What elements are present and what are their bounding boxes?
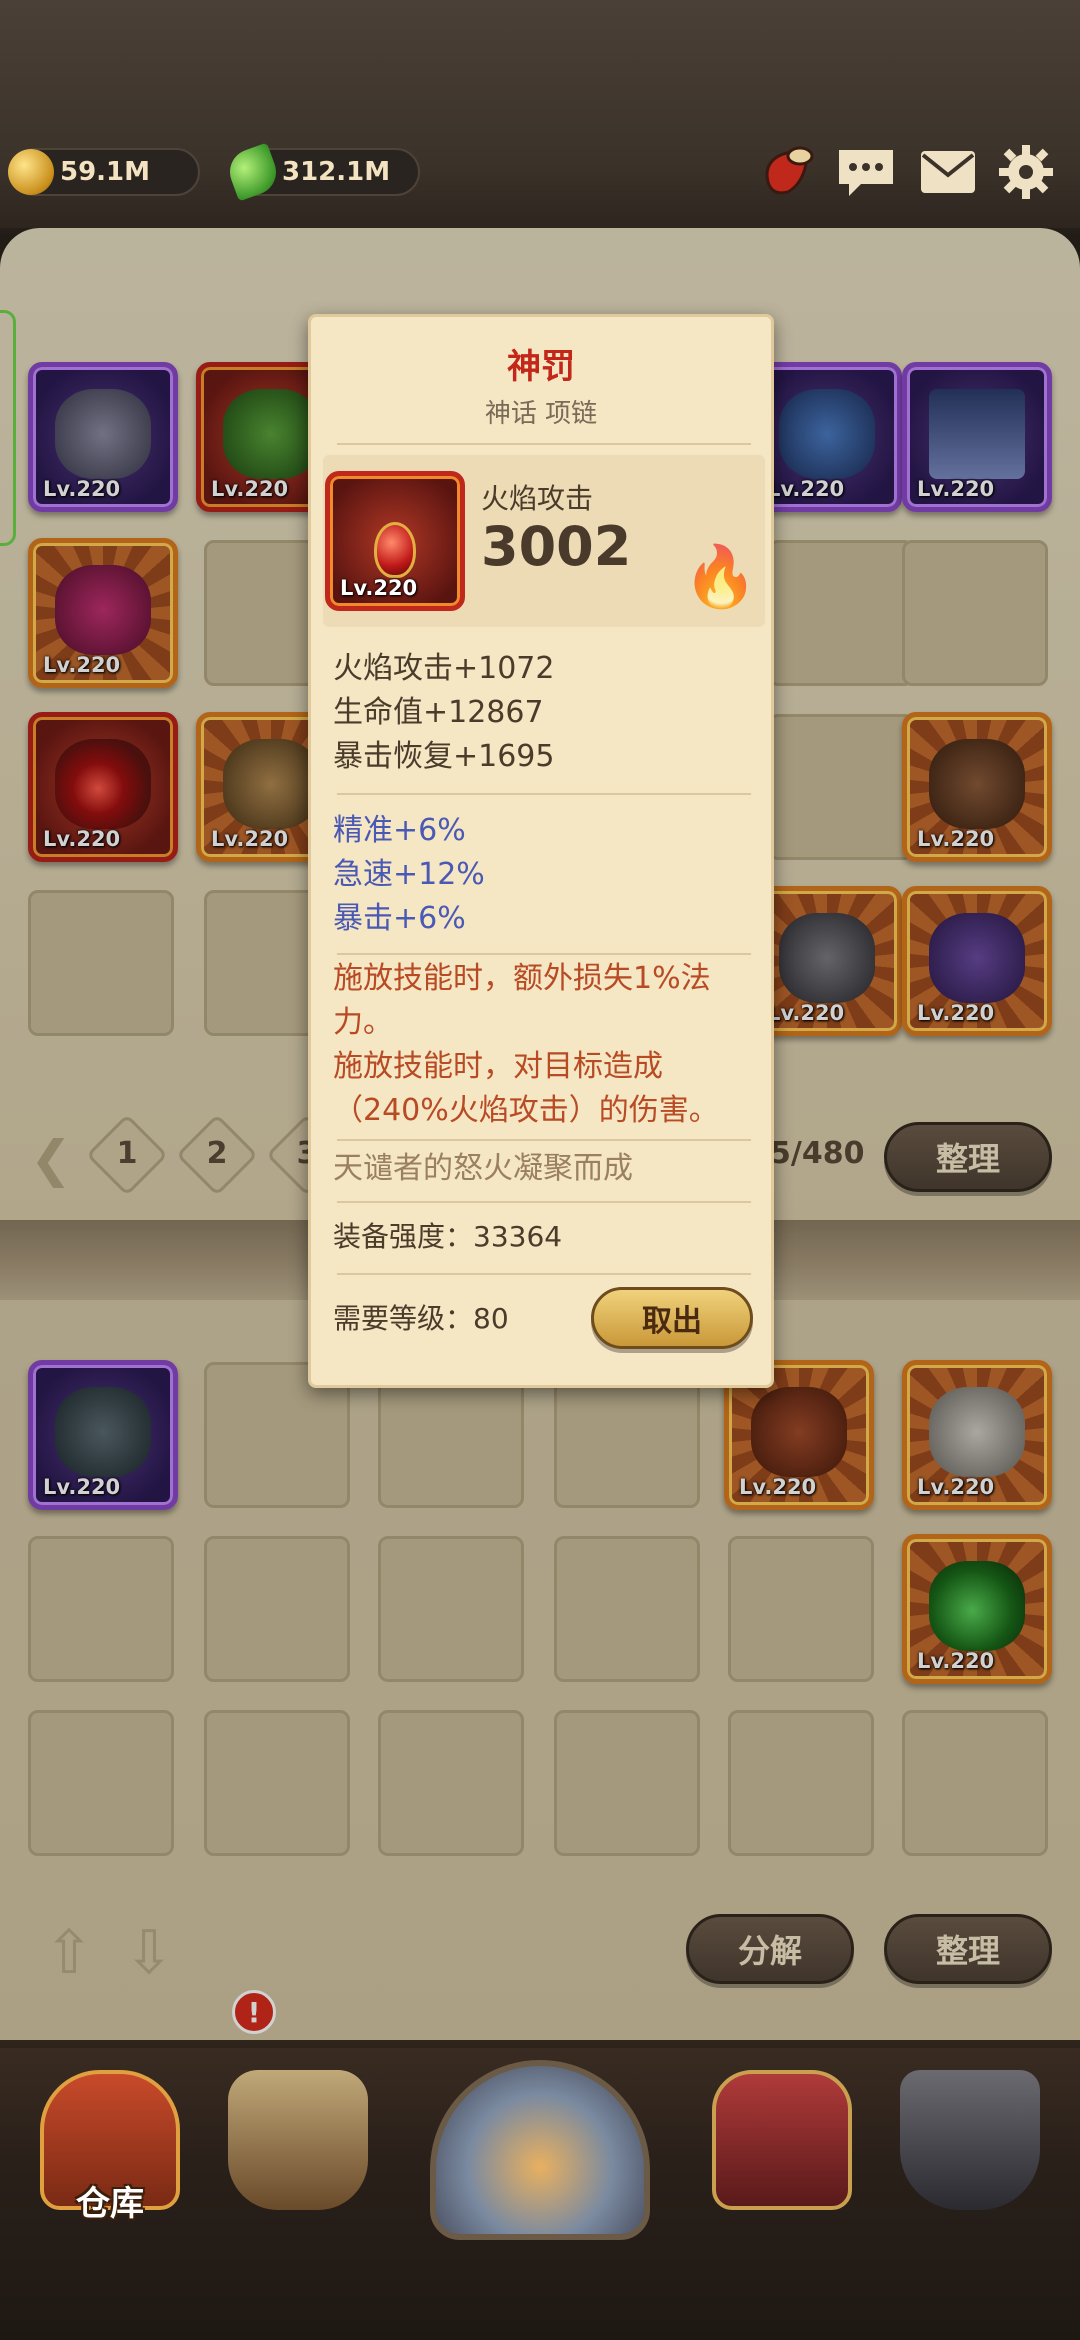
nav-chest[interactable]	[692, 2050, 872, 2250]
take-out-button[interactable]: 取出	[591, 1287, 753, 1349]
fire-icon: 🔥	[683, 542, 758, 612]
nav-tavern[interactable]	[208, 2050, 388, 2250]
chat-icon[interactable]	[834, 140, 898, 204]
item-tooltip: 神罚 神话 项链 Lv.220 火焰攻击 3002 🔥 火焰攻击+1072 生命…	[308, 314, 774, 1388]
base-stat: 火焰攻击+1072	[333, 651, 555, 686]
separator	[337, 793, 751, 795]
adventure-portal-icon	[430, 2060, 650, 2240]
gem-counter[interactable]: 312.1M	[223, 142, 420, 202]
bonus-stat: 精准+6%	[333, 813, 466, 848]
separator	[337, 443, 751, 445]
gear-icon[interactable]	[994, 140, 1058, 204]
power-text: 装备强度：33364	[333, 1220, 563, 1253]
coin-amount: 59.1M	[60, 157, 151, 187]
separator	[337, 953, 751, 955]
necklace-gem-icon	[374, 522, 416, 578]
effect-text: 施放技能时，对目标造成（240%火焰攻击）的伤害。	[333, 1049, 719, 1128]
main-stat-name: 火焰攻击	[481, 482, 594, 515]
bonus-stat: 暴击+6%	[333, 901, 466, 936]
item-icon-frame: Lv.220	[325, 471, 465, 611]
mug-icon	[228, 2070, 368, 2210]
chest-icon	[712, 2070, 852, 2210]
item-type: 神话 项链	[484, 399, 598, 429]
flavor-text: 天谴者的怒火凝聚而成	[333, 1151, 633, 1186]
separator	[337, 1139, 751, 1141]
bonus-stat: 急速+12%	[333, 857, 485, 892]
coin-counter[interactable]: 59.1M	[8, 148, 200, 196]
bag-icon[interactable]	[756, 140, 820, 204]
nav-adventure[interactable]	[420, 2050, 660, 2250]
forge-icon	[900, 2070, 1040, 2210]
effect-text: 施放技能时，额外损失1%法力。	[333, 961, 711, 1040]
gem-amount: 312.1M	[282, 157, 391, 187]
nav-forge[interactable]	[880, 2050, 1060, 2250]
base-stat: 生命值+12867	[333, 695, 544, 730]
mail-icon[interactable]	[916, 140, 980, 204]
base-stat: 暴击恢复+1695	[333, 739, 555, 774]
nav-warehouse-label: 仓库	[76, 2184, 144, 2224]
separator	[337, 1273, 751, 1275]
coin-icon	[8, 149, 54, 195]
main-stat-value: 3002	[481, 515, 632, 578]
item-name: 神罚	[507, 347, 575, 387]
item-level: Lv.220	[340, 576, 418, 600]
required-level-text: 需要等级：80	[333, 1302, 509, 1335]
separator	[337, 1201, 751, 1203]
